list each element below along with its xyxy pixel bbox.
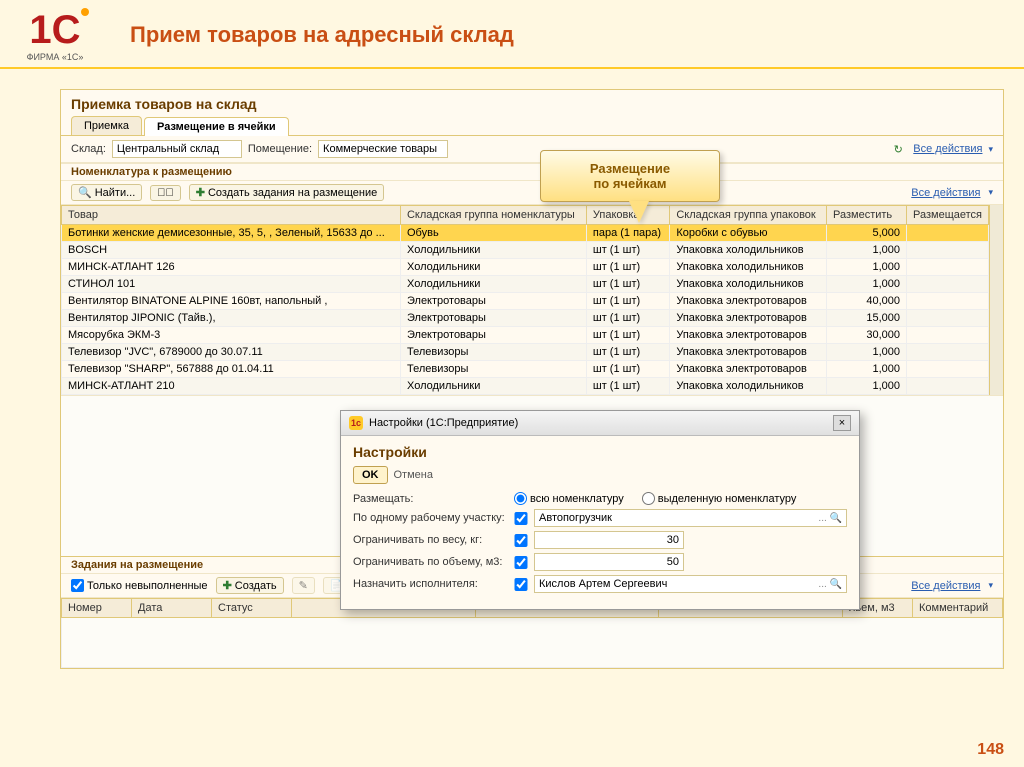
weight-label: Ограничивать по весу, кг:: [353, 534, 508, 546]
weight-field[interactable]: 30: [534, 531, 684, 549]
executor-label: Назначить исполнителя:: [353, 578, 508, 590]
callout-tooltip: Размещение по ячейкам: [540, 150, 720, 202]
table-row[interactable]: МИНСК-АТЛАНТ 126Холодильникишт (1 шт)Упа…: [62, 259, 989, 276]
room-field[interactable]: Коммерческие товары: [318, 140, 448, 158]
tabs: Приемка Размещение в ячейки: [61, 116, 1003, 136]
create-tasks-button[interactable]: ✚Создать задания на размещение: [189, 184, 384, 201]
workstation-checkbox[interactable]: [514, 512, 528, 525]
radio-all-nomenclature[interactable]: всю номенклатуру: [514, 492, 624, 505]
picker-icon[interactable]: ... 🔍: [818, 513, 842, 524]
warehouse-field[interactable]: Центральный склад: [112, 140, 242, 158]
all-actions-link[interactable]: Все действия: [913, 143, 982, 155]
radio-selected-nomenclature[interactable]: выделенную номенклатуру: [642, 492, 797, 505]
workstation-field[interactable]: Автопогрузчик... 🔍: [534, 509, 847, 527]
section-nomenclature-title: Номенклатура к размещению: [61, 163, 1003, 181]
callout-line2: по ячейкам: [549, 176, 711, 191]
table-row[interactable]: МИНСК-АТЛАНТ 210Холодильникишт (1 шт)Упа…: [62, 378, 989, 395]
volume-label: Ограничивать по объему, м3:: [353, 556, 508, 568]
refresh-icon[interactable]: ↻: [891, 142, 905, 156]
tab-receiving[interactable]: Приемка: [71, 116, 142, 135]
all-actions-link-3[interactable]: Все действия: [911, 580, 980, 592]
table-row[interactable]: Ботинки женские демисезонные, 35, 5, , З…: [62, 225, 989, 242]
col-comment[interactable]: Комментарий: [913, 599, 1003, 618]
logo-text: 1С: [29, 10, 80, 50]
dialog-titlebar[interactable]: 1c Настройки (1С:Предприятие) ×: [341, 411, 859, 436]
find-button[interactable]: 🔍Найти...: [71, 184, 142, 201]
table-row[interactable]: СТИНОЛ 101Холодильникишт (1 шт)Упаковка …: [62, 276, 989, 293]
page-title: Прием товаров на адресный склад: [130, 22, 514, 48]
volume-checkbox[interactable]: [514, 556, 528, 569]
callout-line1: Размещение: [549, 161, 711, 176]
dialog-heading: Настройки: [353, 444, 847, 460]
clear-filter-button[interactable]: 🔍⃠: [150, 185, 181, 201]
picker-icon[interactable]: ... 🔍: [818, 579, 842, 590]
search-icon: 🔍: [78, 186, 92, 199]
all-actions-link-2[interactable]: Все действия: [911, 187, 980, 199]
executor-field[interactable]: Кислов Артем Сергеевич... 🔍: [534, 575, 847, 593]
cancel-button[interactable]: Отмена: [394, 469, 433, 481]
table-row[interactable]: Телевизор "JVC", 6789000 до 30.07.11Теле…: [62, 344, 989, 361]
col-packgroup[interactable]: Складская группа упаковок: [670, 206, 827, 225]
col-placing[interactable]: Размещается: [907, 206, 989, 225]
executor-checkbox[interactable]: [514, 578, 528, 591]
volume-field[interactable]: 50: [534, 553, 684, 571]
window-title: Приемка товаров на склад: [61, 90, 1003, 116]
logo-1c: 1С ФИРМА «1С»: [10, 10, 100, 62]
settings-dialog: 1c Настройки (1С:Предприятие) × Настройк…: [340, 410, 860, 610]
only-unfinished-checkbox[interactable]: Только невыполненные: [71, 579, 208, 592]
scrollbar[interactable]: [989, 205, 1003, 395]
create-button[interactable]: ✚Создать: [216, 577, 284, 594]
close-icon[interactable]: ×: [833, 415, 851, 431]
col-group[interactable]: Складская группа номенклатуры: [400, 206, 586, 225]
col-date[interactable]: Дата: [132, 599, 212, 618]
tab-placement[interactable]: Размещение в ячейки: [144, 117, 289, 136]
plus-icon: ✚: [223, 579, 232, 592]
ok-button[interactable]: OK: [353, 466, 388, 484]
col-place[interactable]: Разместить: [827, 206, 907, 225]
warehouse-label: Склад:: [71, 143, 106, 155]
weight-checkbox[interactable]: [514, 534, 528, 547]
table-row[interactable]: BOSCHХолодильникишт (1 шт)Упаковка холод…: [62, 242, 989, 259]
logo-subtitle: ФИРМА «1С»: [27, 52, 84, 62]
table-row[interactable]: Телевизор "SHARP", 567888 до 01.04.11Тел…: [62, 361, 989, 378]
page-number: 148: [977, 741, 1004, 759]
workstation-label: По одному рабочему участку:: [353, 512, 508, 524]
dialog-title: Настройки (1С:Предприятие): [369, 417, 518, 429]
table-row[interactable]: Мясорубка ЭКМ-3Электротоварышт (1 шт)Упа…: [62, 327, 989, 344]
table-row[interactable]: Вентилятор BINATONE ALPINE 160вт, наполь…: [62, 293, 989, 310]
col-status[interactable]: Статус: [212, 599, 292, 618]
room-label: Помещение:: [248, 143, 312, 155]
col-number[interactable]: Номер: [62, 599, 132, 618]
app-icon: 1c: [349, 416, 363, 430]
nomenclature-toolbar: 🔍Найти... 🔍⃠ ✚Создать задания на размеще…: [61, 181, 1003, 205]
filter-bar: Склад: Центральный склад Помещение: Комм…: [61, 136, 1003, 163]
edit-button[interactable]: ✎: [292, 577, 315, 594]
table-row[interactable]: Вентилятор JIPONIC (Тайв.),Электротовары…: [62, 310, 989, 327]
nomenclature-table: Товар Складская группа номенклатуры Упак…: [61, 205, 989, 395]
col-item[interactable]: Товар: [62, 206, 401, 225]
page-header: 1С ФИРМА «1С» Прием товаров на адресный …: [0, 0, 1024, 69]
plus-icon: ✚: [196, 186, 205, 199]
place-label: Размещать:: [353, 493, 508, 505]
